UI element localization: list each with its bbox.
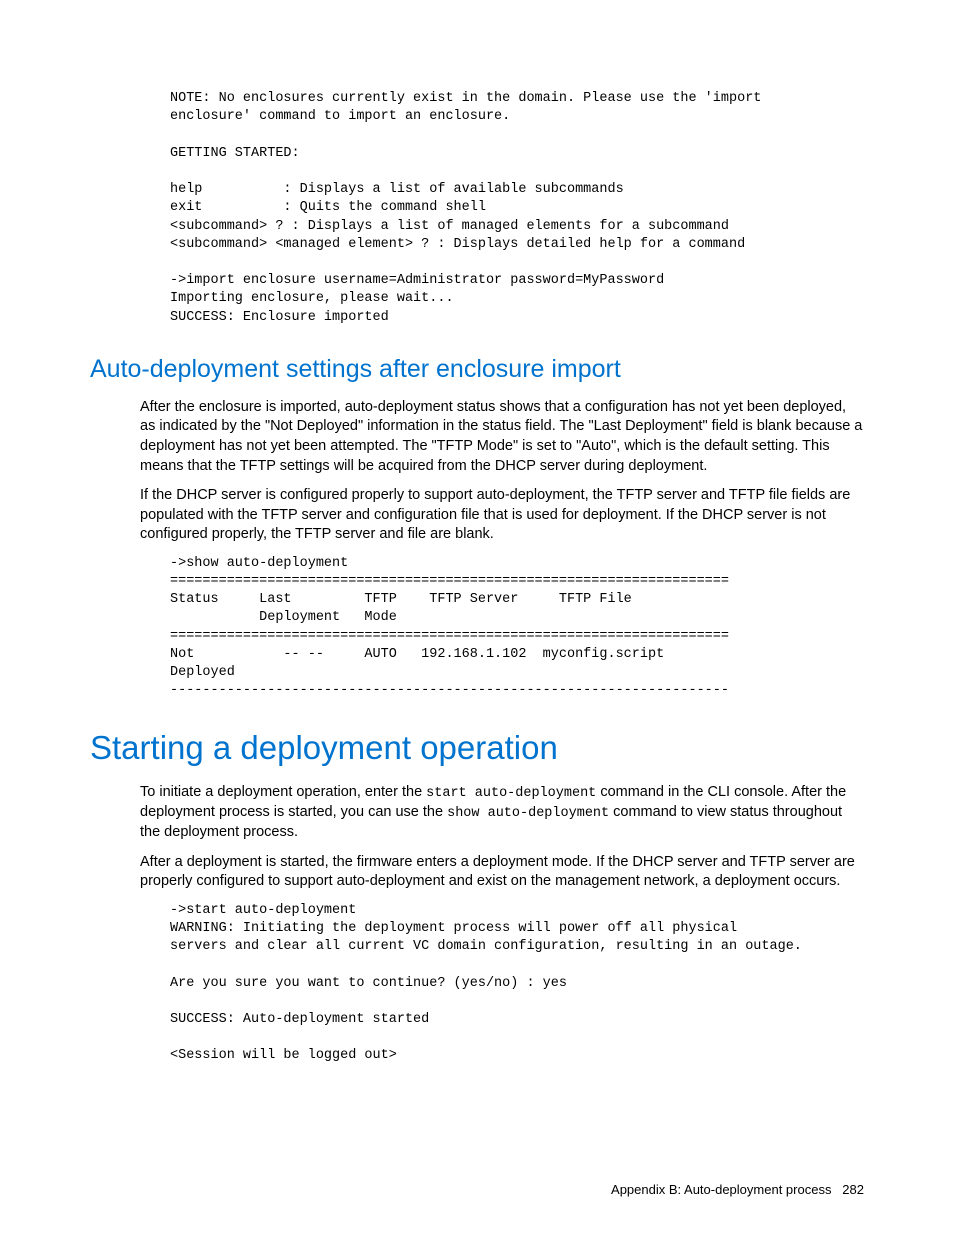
- page: NOTE: No enclosures currently exist in t…: [0, 0, 954, 1235]
- inline-code: show auto-deployment: [447, 806, 609, 821]
- section-heading-starting-deployment: Starting a deployment operation: [90, 729, 864, 767]
- code-block-intro: NOTE: No enclosures currently exist in t…: [170, 90, 864, 327]
- section-heading-auto-deployment-settings: Auto-deployment settings after enclosure…: [90, 355, 864, 384]
- footer-page-number: 282: [842, 1182, 864, 1197]
- footer-label: Appendix B: Auto-deployment process: [611, 1182, 831, 1197]
- text: To initiate a deployment operation, ente…: [140, 784, 426, 800]
- code-block-start-auto-deployment: ->start auto-deployment WARNING: Initiat…: [170, 902, 864, 1066]
- paragraph: If the DHCP server is configured properl…: [140, 486, 864, 545]
- code-block-show-auto-deployment: ->show auto-deployment =================…: [170, 555, 864, 701]
- paragraph: To initiate a deployment operation, ente…: [140, 783, 864, 843]
- inline-code: start auto-deployment: [426, 786, 596, 801]
- paragraph: After the enclosure is imported, auto-de…: [140, 398, 864, 476]
- page-footer: Appendix B: Auto-deployment process 282: [611, 1182, 864, 1197]
- paragraph: After a deployment is started, the firmw…: [140, 853, 864, 892]
